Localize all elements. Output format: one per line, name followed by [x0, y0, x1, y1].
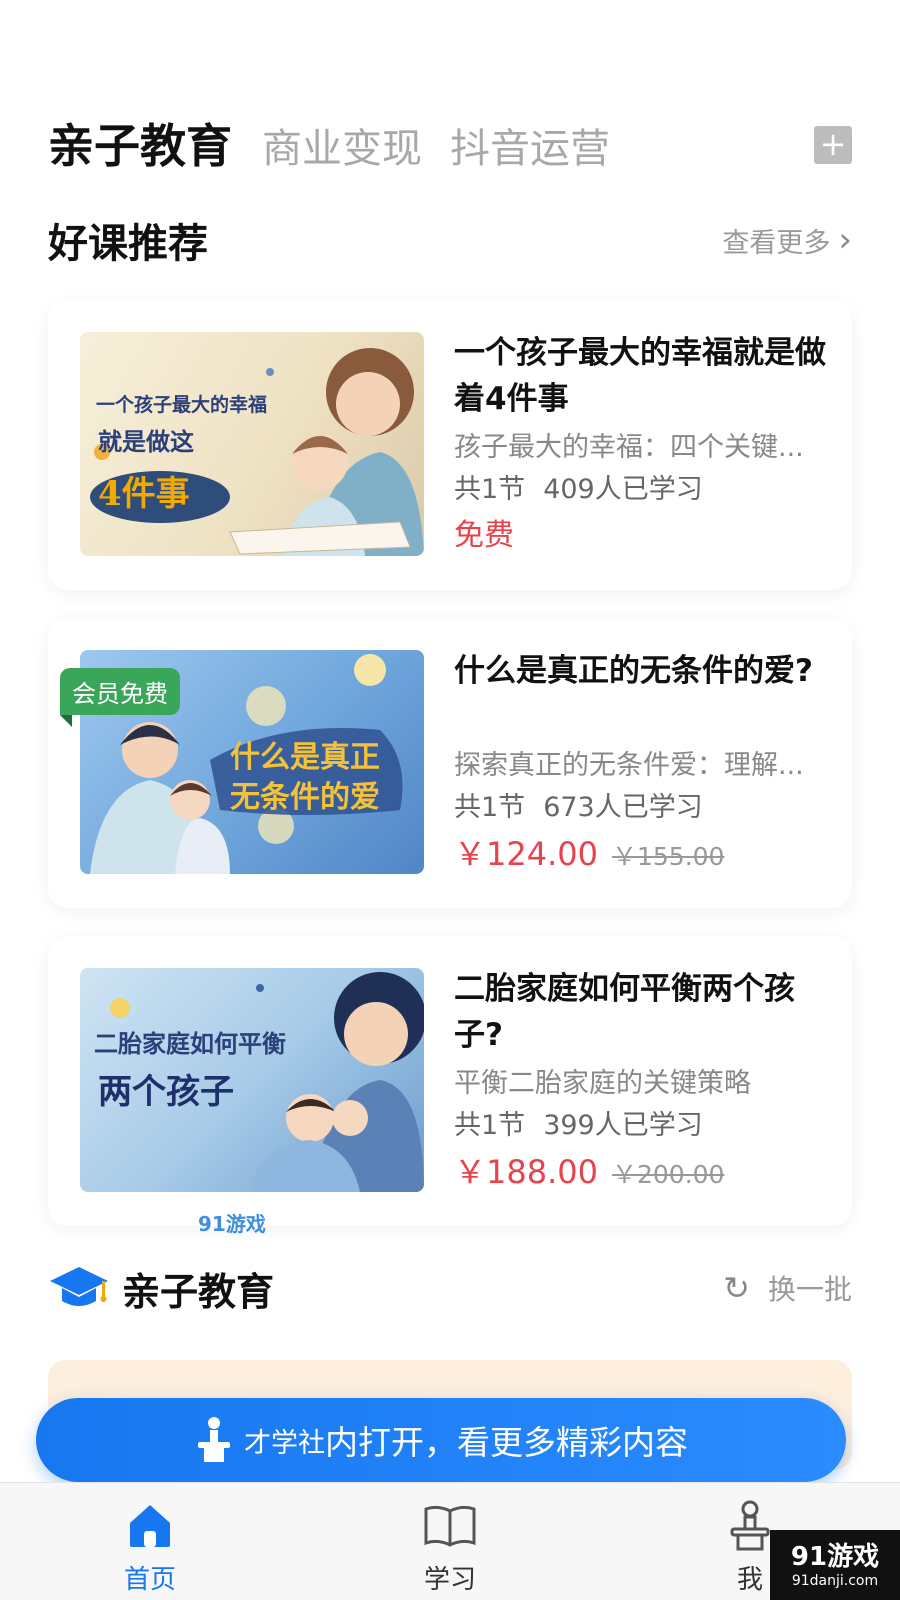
learner-count: 673人已学习: [543, 792, 703, 823]
watermark-logo-small: 91游戏: [198, 1208, 266, 1237]
tabbar-label: 首页: [123, 1565, 176, 1595]
recommend-header: 好课推荐 查看更多 ›: [48, 212, 852, 268]
learner-count: 409人已学习: [543, 474, 703, 505]
bottom-tab-bar: 首页 学习 我: [0, 1482, 900, 1600]
open-in-app-button[interactable]: 才学社 内打开，看更多精彩内容: [36, 1398, 846, 1482]
course-card[interactable]: 二胎家庭如何平衡 两个孩子 二胎家庭如何平衡两个孩子? 平衡二胎家庭的关键策略 …: [48, 936, 852, 1226]
thumb-caption-1: 一个孩子最大的幸福: [96, 394, 268, 416]
open-in-app-brand: 才学社: [244, 1427, 325, 1459]
course-title: 一个孩子最大的幸福就是做着4件事: [454, 335, 826, 417]
member-free-badge: 会员免费: [60, 668, 180, 727]
tab-douyin[interactable]: 抖音运营: [450, 116, 610, 174]
watermark-logo: 91游戏 91danji.com: [770, 1530, 900, 1600]
course-meta: 共1节 673人已学习: [454, 786, 830, 830]
tabbar-label: 我: [736, 1565, 763, 1595]
course-info: 二胎家庭如何平衡两个孩子? 平衡二胎家庭的关键策略 共1节 399人已学习 ￥18…: [454, 966, 830, 1196]
thumb-caption-3: 4件事: [98, 474, 190, 514]
refresh-button[interactable]: ↻ 换一批: [723, 1268, 852, 1308]
course-info: 一个孩子最大的幸福就是做着4件事 孩子最大的幸福：四个关键... 共1节 409人…: [454, 330, 830, 560]
thumb-caption-1: 什么是真正: [230, 740, 380, 775]
course-thumbnail: 二胎家庭如何平衡 两个孩子: [80, 968, 424, 1192]
course-desc: 孩子最大的幸福：四个关键...: [454, 432, 804, 463]
course-desc: 探索真正的无条件爱：理解...: [454, 750, 804, 781]
thumb-caption-1: 二胎家庭如何平衡: [94, 1029, 286, 1058]
refresh-label: 换一批: [767, 1273, 852, 1306]
course-meta: 共1节 399人已学习: [454, 1104, 830, 1148]
course-title: 什么是真正的无条件的爱?: [454, 653, 813, 689]
open-in-app-label: 内打开，看更多精彩内容: [325, 1423, 688, 1462]
course-card[interactable]: 什么是真正 无条件的爱 会员免费 什么是真正的无条件的爱? 探索真正的无条件爱：…: [48, 618, 852, 908]
course-price: ￥188.00 ￥200.00: [454, 1148, 830, 1196]
view-more-link[interactable]: 查看更多 ›: [722, 220, 852, 260]
home-icon: [130, 1505, 170, 1547]
category-tabs: 亲子教育 商业变现 抖音运营 +: [48, 110, 852, 173]
section-count: 共1节: [454, 474, 526, 505]
thumb-caption-2: 无条件的爱: [230, 780, 380, 815]
course-desc: 平衡二胎家庭的关键策略: [454, 1068, 751, 1099]
tabbar-label: 学习: [423, 1565, 476, 1595]
add-tab-button[interactable]: +: [814, 126, 852, 164]
thumb-caption-2: 两个孩子: [98, 1072, 234, 1112]
learner-count: 399人已学习: [543, 1110, 703, 1141]
tab-parenting[interactable]: 亲子教育: [48, 110, 232, 176]
course-price: 免费: [454, 512, 830, 560]
original-price: ￥155.00: [611, 842, 725, 871]
section-title: 好课推荐: [48, 221, 208, 267]
section-count: 共1节: [454, 792, 526, 823]
current-price: ￥124.00: [454, 835, 598, 873]
course-info: 什么是真正的无条件的爱? 探索真正的无条件爱：理解... 共1节 673人已学习 …: [454, 648, 830, 878]
book-icon: [424, 1505, 476, 1547]
course-thumbnail: 一个孩子最大的幸福 就是做这 4件事: [80, 332, 424, 556]
course-title: 二胎家庭如何平衡两个孩子?: [454, 971, 795, 1053]
watermark-logo-text: 91游戏: [198, 1212, 266, 1236]
podium-icon: [198, 1417, 230, 1462]
tab-business[interactable]: 商业变现: [262, 116, 422, 174]
course-meta: 共1节 409人已学习: [454, 468, 830, 512]
section-count: 共1节: [454, 1110, 526, 1141]
course-card[interactable]: 一个孩子最大的幸福 就是做这 4件事 一个孩子最大的幸福就是做着4件事 孩子最大…: [48, 300, 852, 590]
category-section-title: 亲子教育: [122, 1269, 275, 1314]
current-price: ￥188.00: [454, 1153, 598, 1191]
watermark-logo-text: 91游戏: [790, 1542, 880, 1572]
thumb-caption-2: 就是做这: [98, 427, 194, 456]
category-section-title-group: 亲子教育: [48, 1261, 274, 1316]
view-more-label: 查看更多: [722, 227, 831, 259]
category-section-header: 亲子教育 ↻ 换一批: [48, 1258, 852, 1318]
graduation-cap-icon: [50, 1267, 108, 1306]
original-price: ￥200.00: [611, 1160, 725, 1189]
course-price: ￥124.00 ￥155.00: [454, 830, 830, 878]
watermark-domain-text: 91danji.com: [791, 1573, 879, 1589]
refresh-icon: ↻: [723, 1269, 750, 1307]
tabbar-item-study[interactable]: 学习: [300, 1483, 600, 1600]
tabbar-item-home[interactable]: 首页: [0, 1483, 300, 1600]
chevron-right-icon: ›: [838, 220, 852, 260]
free-label: 免费: [454, 518, 514, 553]
